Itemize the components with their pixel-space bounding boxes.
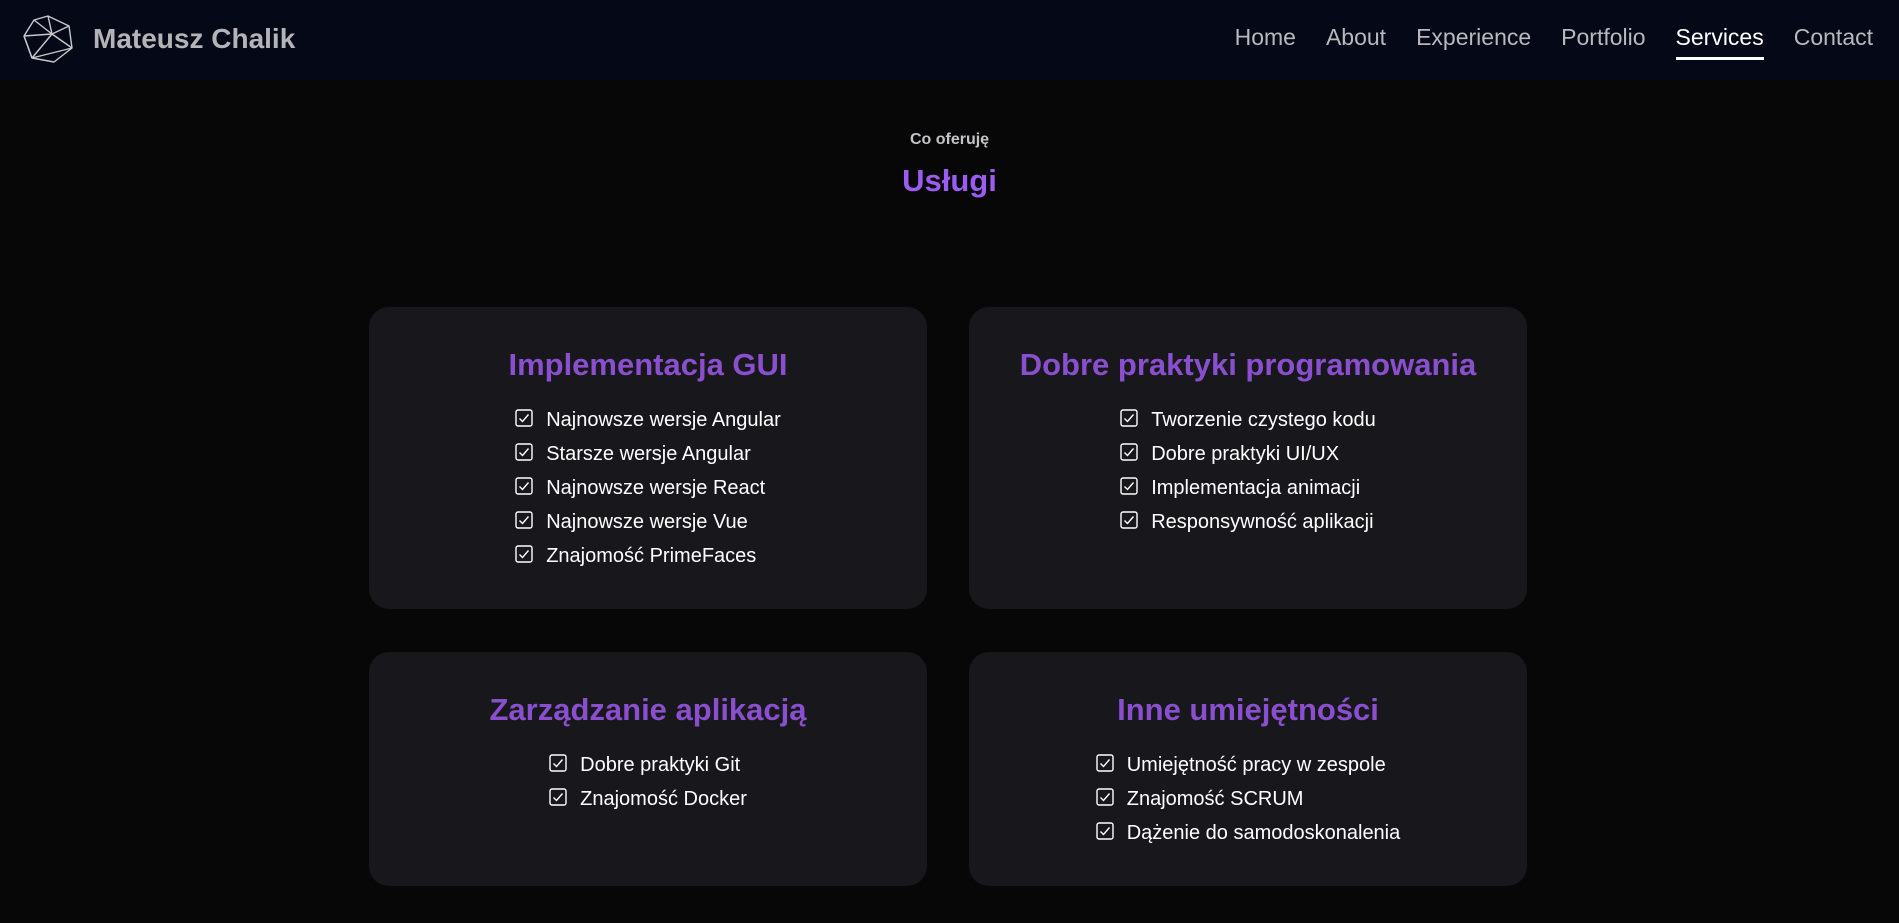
checkbox-checked-icon [515, 409, 533, 427]
skill-list: Dobre praktyki Git Znajomość Docker [549, 748, 747, 816]
list-item-text: Najnowsze wersje React [546, 476, 766, 499]
polyhedron-logo-icon[interactable] [22, 14, 74, 64]
card-title: Inne umiejętności [1117, 692, 1379, 727]
checkbox-checked-icon [1120, 511, 1138, 529]
list-item-text: Znajomość PrimeFaces [546, 544, 757, 567]
top-navbar: Mateusz Chalik Home About Experience Por… [0, 0, 1899, 80]
list-item-text: Implementacja animacji [1151, 476, 1361, 499]
checkbox-checked-icon [1096, 822, 1114, 840]
checkbox-checked-icon [1096, 788, 1114, 806]
skill-list: Umiejętność pracy w zespole Znajomość SC… [1096, 748, 1401, 850]
card-title: Zarządzanie aplikacją [489, 692, 807, 727]
list-item-text: Tworzenie czystego kodu [1151, 408, 1376, 431]
list-item: Znajomość Docker [549, 782, 747, 816]
checkbox-checked-icon [515, 477, 533, 495]
nav-link-home[interactable]: Home [1235, 24, 1296, 60]
list-item: Znajomość SCRUM [1096, 782, 1401, 816]
list-item: Responsywność aplikacji [1120, 505, 1376, 539]
list-item: Tworzenie czystego kodu [1120, 403, 1376, 437]
checkbox-checked-icon [549, 754, 567, 772]
nav-links: Home About Experience Portfolio Services… [1235, 24, 1873, 60]
skill-list: Najnowsze wersje Angular Starsze wersje … [515, 403, 781, 573]
checkbox-checked-icon [515, 545, 533, 563]
checkbox-checked-icon [1120, 443, 1138, 461]
list-item: Najnowsze wersje Angular [515, 403, 781, 437]
service-card-other-skills: Inne umiejętności Umiejętność pracy w ze… [969, 652, 1527, 886]
checkbox-checked-icon [1120, 477, 1138, 495]
checkbox-checked-icon [1120, 409, 1138, 427]
list-item-text: Dążenie do samodoskonalenia [1126, 821, 1401, 844]
list-item: Dążenie do samodoskonalenia [1096, 816, 1401, 850]
nav-link-experience[interactable]: Experience [1416, 24, 1531, 60]
list-item-text: Dobre praktyki UI/UX [1151, 442, 1340, 465]
nav-link-portfolio[interactable]: Portfolio [1561, 24, 1645, 60]
list-item-text: Dobre praktyki Git [580, 753, 741, 776]
list-item-text: Znajomość Docker [580, 787, 747, 810]
section-subtitle: Co oferuję [909, 131, 990, 148]
list-item-text: Starsze wersje Angular [546, 442, 751, 465]
list-item: Dobre praktyki UI/UX [1120, 437, 1376, 471]
brand-name[interactable]: Mateusz Chalik [93, 23, 295, 55]
list-item-text: Najnowsze wersje Vue [546, 510, 748, 533]
skill-list: Tworzenie czystego kodu Dobre praktyki U… [1120, 403, 1376, 539]
list-item: Znajomość PrimeFaces [515, 539, 781, 573]
list-item: Starsze wersje Angular [515, 437, 781, 471]
checkbox-checked-icon [515, 511, 533, 529]
service-card-gui: Implementacja GUI Najnowsze wersje Angul… [369, 307, 927, 609]
section-title: Usługi [902, 163, 997, 198]
list-item: Dobre praktyki Git [549, 748, 747, 782]
nav-link-contact[interactable]: Contact [1794, 24, 1873, 60]
checkbox-checked-icon [549, 788, 567, 806]
list-item: Najnowsze wersje React [515, 471, 781, 505]
list-item-text: Znajomość SCRUM [1126, 787, 1304, 810]
checkbox-checked-icon [515, 443, 533, 461]
list-item: Najnowsze wersje Vue [515, 505, 781, 539]
nav-link-about[interactable]: About [1326, 24, 1386, 60]
list-item-text: Najnowsze wersje Angular [546, 408, 781, 431]
list-item: Umiejętność pracy w zespole [1096, 748, 1401, 782]
service-card-app-management: Zarządzanie aplikacją Dobre praktyki Git… [369, 652, 927, 886]
list-item: Implementacja animacji [1120, 471, 1376, 505]
service-card-best-practices: Dobre praktyki programowania Tworzenie c… [969, 307, 1527, 609]
list-item-text: Umiejętność pracy w zespole [1126, 753, 1386, 776]
card-title: Dobre praktyki programowania [1019, 347, 1477, 382]
checkbox-checked-icon [1096, 754, 1114, 772]
card-title: Implementacja GUI [508, 347, 788, 382]
nav-link-services[interactable]: Services [1675, 24, 1764, 60]
list-item-text: Responsywność aplikacji [1151, 510, 1374, 533]
